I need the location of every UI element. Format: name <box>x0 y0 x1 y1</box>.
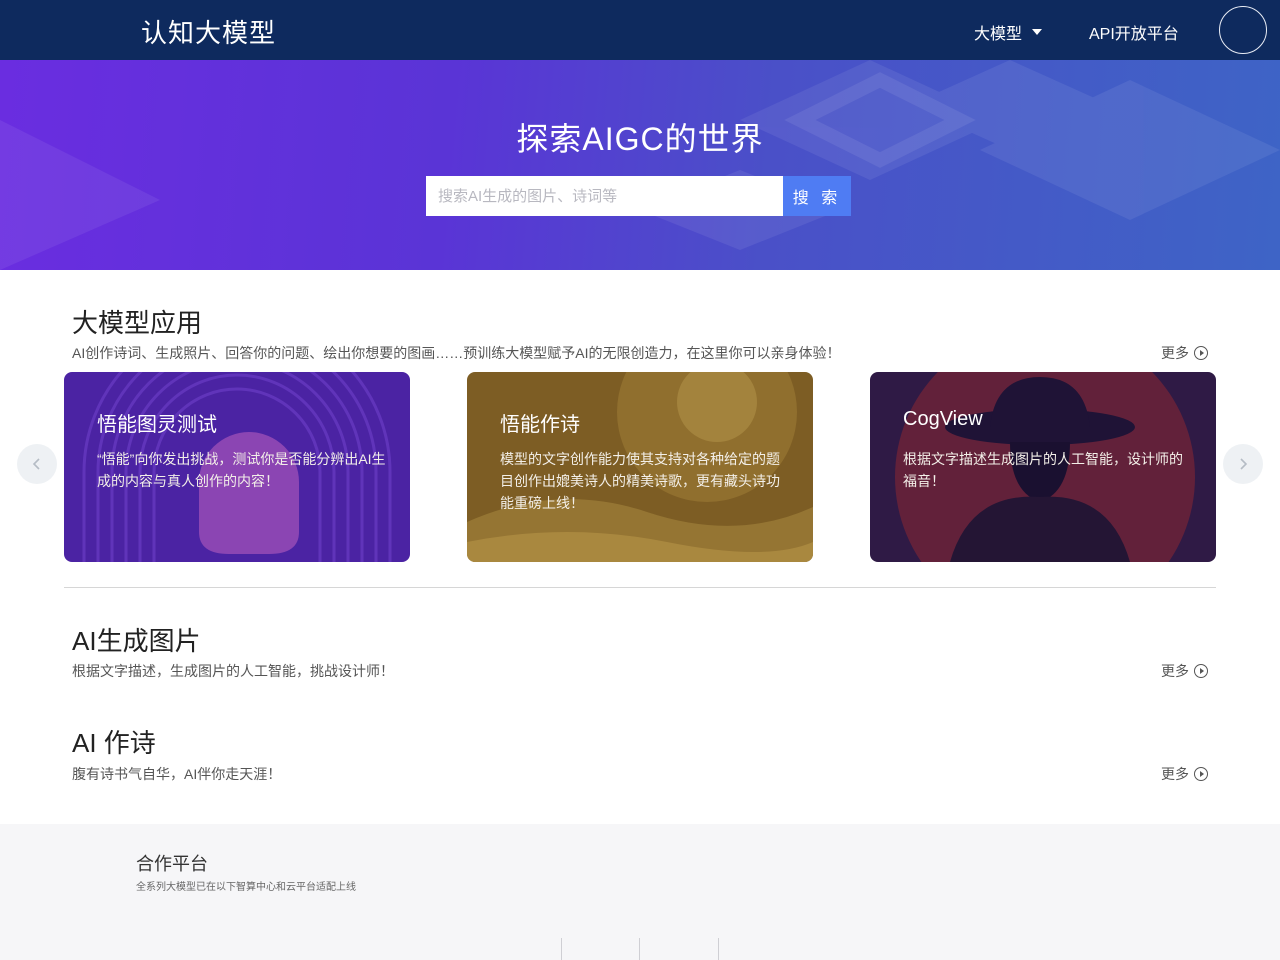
hero-decoration <box>0 60 1280 270</box>
top-navbar: 认知大模型 大模型 API开放平台 <box>0 0 1280 60</box>
carousel-prev-button[interactable] <box>17 444 57 484</box>
caret-down-icon <box>1032 29 1043 35</box>
chevron-right-icon <box>1240 458 1248 470</box>
section-divider <box>64 587 1216 588</box>
poem-more-link[interactable]: 更多 <box>1161 764 1208 784</box>
app-card-cogview[interactable]: CogView 根据文字描述生成图片的人工智能，设计师的福音！ <box>870 372 1216 562</box>
apps-section-title: 大模型应用 <box>72 308 203 338</box>
card-description: “悟能”向你发出挑战，测试你是否能分辨出AI生成的内容与真人创作的内容！ <box>97 451 386 489</box>
image-more-label: 更多 <box>1161 663 1189 679</box>
nav-api-platform-link[interactable]: API开放平台 <box>1089 20 1179 44</box>
nav-models-dropdown[interactable]: 大模型 <box>974 20 1043 44</box>
card-title: CogView <box>903 408 983 430</box>
carousel-next-button[interactable] <box>1223 444 1263 484</box>
brand-logo-text[interactable]: 认知大模型 <box>141 13 276 50</box>
card-title: 悟能作诗 <box>500 414 580 436</box>
card-description: 模型的文字创作能力使其支持对各种给定的题目创作出媲美诗人的精美诗歌，更有藏头诗功… <box>500 451 780 511</box>
hero-title: 探索AIGC的世界 <box>516 121 764 157</box>
apps-section-description: AI创作诗词、生成照片、回答你的问题、绘出你想要的图画……预训练大模型赋予AI的… <box>72 345 841 361</box>
image-more-link[interactable]: 更多 <box>1161 661 1208 681</box>
hero-banner: 探索AIGC的世界 搜 索 <box>0 60 1280 270</box>
arrow-circle-right-icon <box>1194 346 1208 360</box>
partners-description: 全系列大模型已在以下智算中心和云平台适配上线 <box>136 882 356 893</box>
partners-title: 合作平台 <box>136 854 208 874</box>
image-section-title: AI生成图片 <box>72 626 201 656</box>
card-title: 悟能图灵测试 <box>97 414 217 436</box>
partner-separator <box>561 938 562 960</box>
apps-more-label: 更多 <box>1161 345 1189 361</box>
arrow-circle-right-icon <box>1194 664 1208 678</box>
app-card-turing-test[interactable]: 悟能图灵测试 “悟能”向你发出挑战，测试你是否能分辨出AI生成的内容与真人创作的… <box>64 372 410 562</box>
chevron-left-icon <box>32 458 40 470</box>
partner-separator <box>718 938 719 960</box>
poem-more-label: 更多 <box>1161 766 1189 782</box>
search-button[interactable]: 搜 索 <box>783 176 851 216</box>
image-section-description: 根据文字描述，生成图片的人工智能，挑战设计师！ <box>72 663 394 679</box>
arrow-circle-right-icon <box>1194 767 1208 781</box>
card-description: 根据文字描述生成图片的人工智能，设计师的福音！ <box>903 451 1183 489</box>
search-input[interactable] <box>426 176 784 216</box>
partners-section: 合作平台 全系列大模型已在以下智算中心和云平台适配上线 <box>0 824 1280 960</box>
poem-section-title: AI 作诗 <box>72 728 156 758</box>
nav-models-label: 大模型 <box>974 26 1023 43</box>
partner-separator <box>639 938 640 960</box>
poem-section-description: 腹有诗书气自华，AI伴你走天涯！ <box>72 766 282 782</box>
app-card-poetry[interactable]: 悟能作诗 模型的文字创作能力使其支持对各种给定的题目创作出媲美诗人的精美诗歌，更… <box>467 372 813 562</box>
user-avatar-button[interactable] <box>1219 6 1267 54</box>
apps-more-link[interactable]: 更多 <box>1161 343 1208 363</box>
